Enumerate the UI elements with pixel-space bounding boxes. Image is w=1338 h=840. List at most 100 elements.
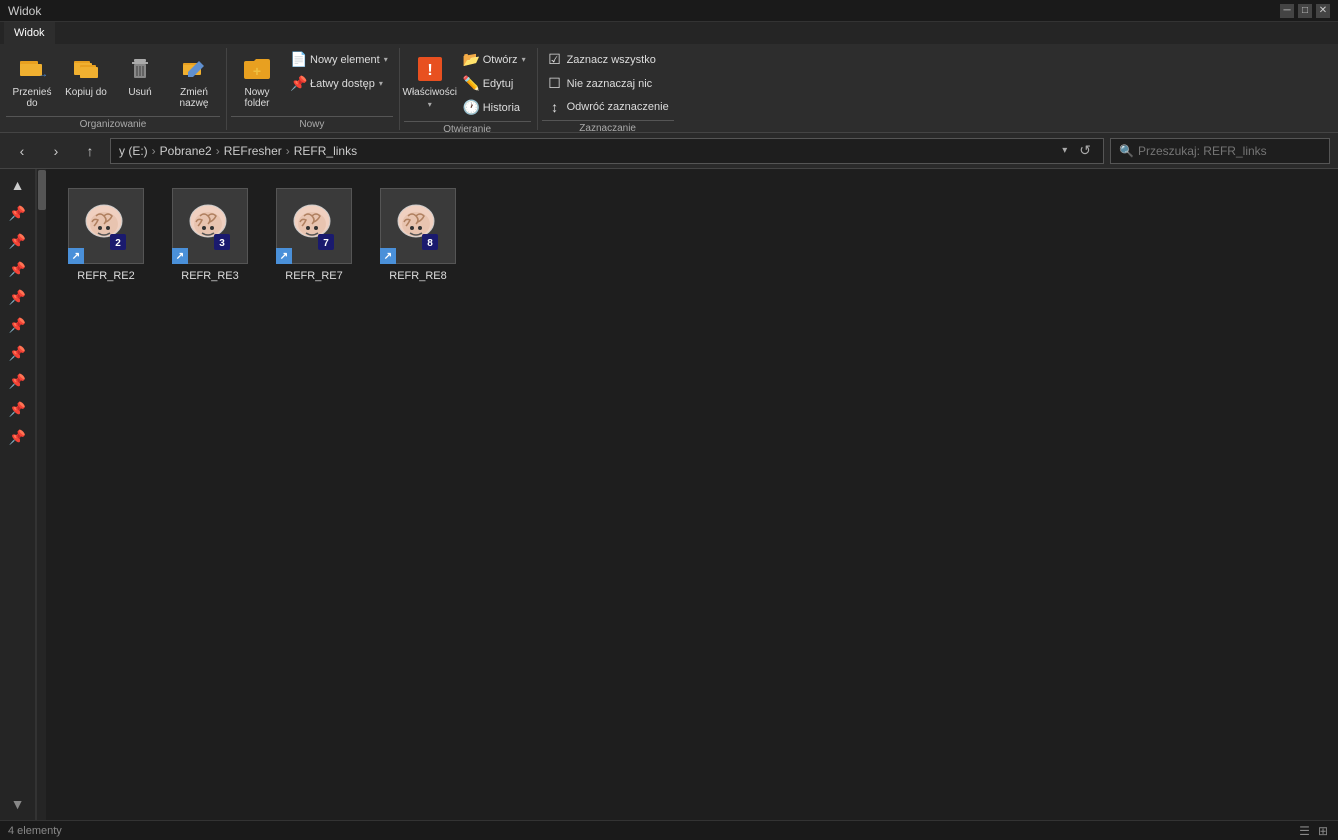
zaznacz-wszystko-button[interactable]: ☑ Zaznacz wszystko bbox=[542, 48, 674, 71]
svg-text:!: ! bbox=[427, 62, 432, 79]
historia-icon: 🕐 bbox=[463, 99, 479, 116]
minimize-button[interactable]: ─ bbox=[1280, 4, 1294, 18]
odwroc-zaznaczenie-button[interactable]: ↕ Odwróć zaznaczenie bbox=[542, 96, 674, 118]
nie-zaznaczaj-nic-button[interactable]: ☐ Nie zaznaczaj nic bbox=[542, 72, 674, 95]
zmiennazwe-label: Zmień nazwę bbox=[171, 87, 217, 109]
latwy-dostep-label: Łatwy dostęp bbox=[310, 78, 375, 90]
nowy-element-label: Nowy element bbox=[310, 54, 380, 66]
view-details-button[interactable]: ☰ bbox=[1297, 824, 1312, 838]
left-panel-pin-2[interactable]: 📌 bbox=[6, 229, 30, 253]
otworz-button[interactable]: 📂 Otwórz ▾ bbox=[458, 48, 531, 71]
close-button[interactable]: ✕ bbox=[1316, 4, 1330, 18]
ribbon-group-otwieranie-buttons: ! Właściwości ▾ 📂 Otwórz ▾ ✏️ Edytuj bbox=[404, 48, 531, 119]
usun-button[interactable]: Usuń bbox=[114, 48, 166, 110]
nowy-folder-icon: + bbox=[241, 53, 273, 85]
path-segment-refr-links[interactable]: REFR_links bbox=[294, 144, 357, 158]
path-segment-drive[interactable]: y (E:) bbox=[119, 144, 148, 158]
title-bar-title: Widok bbox=[8, 4, 41, 18]
latwy-dostep-button[interactable]: 📌 Łatwy dostęp ▾ bbox=[285, 72, 393, 95]
path-dropdown-button[interactable]: ▾ bbox=[1058, 145, 1071, 156]
przeniesdо-label: Przenieś do bbox=[9, 87, 55, 109]
path-sep-3: › bbox=[286, 144, 290, 158]
title-bar-controls: ─ □ ✕ bbox=[1280, 4, 1330, 18]
shortcut-arrow-re7: ↗ bbox=[276, 248, 292, 264]
left-panel-pin-8[interactable]: 📌 bbox=[6, 397, 30, 421]
left-panel-pin-6[interactable]: 📌 bbox=[6, 341, 30, 365]
wlasciwosci-icon: ! bbox=[414, 53, 446, 85]
zaznaczanie-label: Zaznaczanie bbox=[542, 120, 674, 134]
maximize-button[interactable]: □ bbox=[1298, 4, 1312, 18]
otwieranie-label: Otwieranie bbox=[404, 121, 531, 135]
list-item[interactable]: 3 ↗ REFR_RE3 bbox=[160, 179, 260, 289]
path-refresh-button[interactable]: ↺ bbox=[1075, 142, 1095, 159]
edytuj-button[interactable]: ✏️ Edytuj bbox=[458, 72, 531, 95]
nowy-folder-label: Nowy folder bbox=[234, 87, 280, 109]
zaznacz-wszystko-label: Zaznacz wszystko bbox=[567, 54, 656, 66]
otworz-label: Otwórz bbox=[483, 54, 518, 66]
left-panel-pin-9[interactable]: 📌 bbox=[6, 425, 30, 449]
edytuj-icon: ✏️ bbox=[463, 75, 479, 92]
file-icon-container-re2: 2 ↗ bbox=[66, 186, 146, 266]
historia-button[interactable]: 🕐 Historia bbox=[458, 96, 531, 119]
main-area: ▲ 📌 📌 📌 📌 📌 📌 📌 📌 📌 ▼ bbox=[0, 169, 1338, 820]
status-item-count: 4 elementy bbox=[8, 825, 62, 837]
przeniesdо-button[interactable]: → Przenieś do bbox=[6, 48, 58, 112]
left-panel-up[interactable]: ▲ bbox=[6, 173, 30, 197]
ribbon-group-nowy: + Nowy folder 📄 Nowy element ▾ 📌 Łatwy d… bbox=[229, 48, 400, 130]
tab-widok[interactable]: Widok bbox=[4, 22, 55, 44]
file-name-re8: REFR_RE8 bbox=[389, 270, 446, 282]
svg-text:7: 7 bbox=[323, 238, 329, 249]
left-panel-pin-5[interactable]: 📌 bbox=[6, 313, 30, 337]
nowy-small-group: 📄 Nowy element ▾ 📌 Łatwy dostęp ▾ bbox=[285, 48, 393, 95]
wlasciwosci-arrow: ▾ bbox=[428, 100, 432, 109]
svg-text:→: → bbox=[38, 69, 46, 80]
list-item[interactable]: 8 ↗ REFR_RE8 bbox=[368, 179, 468, 289]
ribbon: Widok → Przenieś do bbox=[0, 22, 1338, 133]
address-path[interactable]: y (E:) › Pobrane2 › REFresher › REFR_lin… bbox=[110, 138, 1104, 164]
up-button[interactable]: ↑ bbox=[76, 138, 104, 164]
latwy-dostep-icon: 📌 bbox=[290, 75, 306, 92]
left-scrollbar bbox=[36, 169, 46, 820]
usun-icon bbox=[124, 53, 156, 85]
ribbon-group-zaznaczanie: ☑ Zaznacz wszystko ☐ Nie zaznaczaj nic ↕… bbox=[540, 48, 680, 130]
nowy-folder-button[interactable]: + Nowy folder bbox=[231, 48, 283, 112]
back-button[interactable]: ‹ bbox=[8, 138, 36, 164]
left-panel-pin-4[interactable]: 📌 bbox=[6, 285, 30, 309]
path-segment-pobrane[interactable]: Pobrane2 bbox=[160, 144, 212, 158]
status-bar: 4 elementy ☰ ⊞ bbox=[0, 820, 1338, 840]
left-panel-down[interactable]: ▼ bbox=[6, 792, 30, 816]
list-item[interactable]: 7 ↗ REFR_RE7 bbox=[264, 179, 364, 289]
shortcut-arrow-re8: ↗ bbox=[380, 248, 396, 264]
file-name-re2: REFR_RE2 bbox=[77, 270, 134, 282]
left-panel-pin-7[interactable]: 📌 bbox=[6, 369, 30, 393]
search-bar[interactable]: 🔍 bbox=[1110, 138, 1330, 164]
view-tiles-button[interactable]: ⊞ bbox=[1316, 824, 1330, 838]
left-panel-pin-3[interactable]: 📌 bbox=[6, 257, 30, 281]
status-right: ☰ ⊞ bbox=[1297, 824, 1330, 838]
file-name-re7: REFR_RE7 bbox=[285, 270, 342, 282]
organizowanie-label: Organizowanie bbox=[6, 116, 220, 130]
left-panel-pin-1[interactable]: 📌 bbox=[6, 201, 30, 225]
forward-button[interactable]: › bbox=[42, 138, 70, 164]
nowy-label: Nowy bbox=[231, 116, 393, 130]
svg-text:8: 8 bbox=[427, 238, 433, 249]
shortcut-arrow-re3: ↗ bbox=[172, 248, 188, 264]
path-sep-2: › bbox=[216, 144, 220, 158]
path-sep-1: › bbox=[152, 144, 156, 158]
ribbon-group-organizowanie-buttons: → Przenieś do Kopiuj do bbox=[6, 48, 220, 114]
search-icon: 🔍 bbox=[1119, 144, 1134, 158]
shortcut-arrow-re2: ↗ bbox=[68, 248, 84, 264]
zmiennazwe-icon bbox=[178, 53, 210, 85]
file-area: 2 ↗ REFR_RE2 bbox=[46, 169, 1338, 820]
kopiujdo-button[interactable]: Kopiuj do bbox=[60, 48, 112, 110]
wlasciwosci-button[interactable]: ! Właściwości ▾ bbox=[404, 48, 456, 112]
usun-label: Usuń bbox=[128, 87, 151, 98]
path-segment-refresher[interactable]: REFresher bbox=[224, 144, 282, 158]
nowy-element-button[interactable]: 📄 Nowy element ▾ bbox=[285, 48, 393, 71]
scrollbar-thumb[interactable] bbox=[38, 170, 46, 210]
search-input[interactable] bbox=[1138, 144, 1321, 158]
zaznaczanie-small-group: ☑ Zaznacz wszystko ☐ Nie zaznaczaj nic ↕… bbox=[542, 48, 674, 118]
zmiennazwe-button[interactable]: Zmień nazwę bbox=[168, 48, 220, 112]
ribbon-group-nowy-buttons: + Nowy folder 📄 Nowy element ▾ 📌 Łatwy d… bbox=[231, 48, 393, 114]
list-item[interactable]: 2 ↗ REFR_RE2 bbox=[56, 179, 156, 289]
